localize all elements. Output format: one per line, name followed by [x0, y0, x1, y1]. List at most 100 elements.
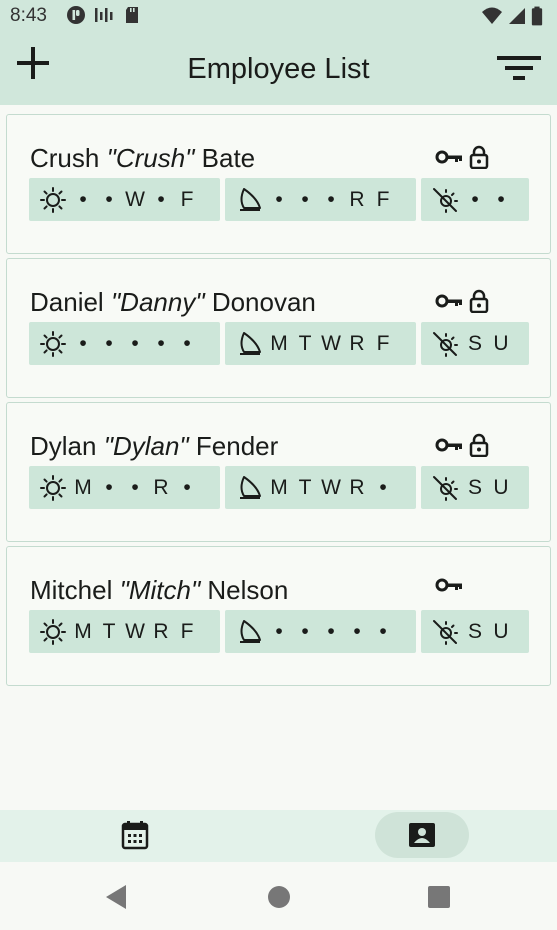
sun-icon	[40, 330, 66, 357]
night-shift-availability: M T W R •	[225, 466, 416, 509]
employee-name: Mitchel "Mitch" Nelson	[30, 575, 288, 606]
key-icon	[435, 578, 462, 592]
back-icon	[106, 885, 126, 909]
day-letter: T	[298, 331, 312, 355]
page-title: Employee List	[187, 53, 370, 85]
nickname: "Dylan"	[103, 431, 189, 461]
home-button[interactable]	[266, 884, 292, 910]
day-letter: U	[493, 331, 509, 355]
permission-icons	[435, 577, 463, 593]
day-letter: •	[105, 187, 113, 211]
day-letter: U	[493, 619, 509, 643]
weekend-sun-off-icon	[433, 619, 458, 645]
key-icon	[435, 438, 462, 452]
last-name: Bate	[201, 143, 256, 173]
nav-employees[interactable]	[375, 812, 469, 858]
weekend-availability: SU	[421, 610, 529, 653]
day-letter: •	[79, 331, 87, 355]
day-letter: F	[376, 187, 390, 211]
recents-icon	[428, 886, 450, 908]
first-name: Crush	[30, 143, 100, 173]
back-button[interactable]	[103, 884, 129, 910]
bottom-navigation	[0, 810, 557, 862]
day-letter: •	[353, 619, 361, 643]
day-letter: M	[270, 475, 288, 499]
day-letter: U	[493, 475, 509, 499]
day-letter: R	[153, 619, 169, 643]
lock-icon	[469, 145, 489, 169]
employee-name: Dylan "Dylan" Fender	[30, 431, 278, 462]
cell-signal-icon	[509, 8, 525, 24]
recents-button[interactable]	[426, 884, 452, 910]
filter-button[interactable]	[493, 44, 545, 90]
last-name: Fender	[195, 431, 279, 461]
day-shift-availability: • • • • •	[29, 322, 220, 365]
last-name: Nelson	[207, 575, 289, 605]
employee-card[interactable]: Dylan "Dylan" Fender M • • R • M T W R • SU	[6, 402, 551, 542]
day-letter: W	[125, 187, 145, 211]
day-shift-availability: M • • R •	[29, 466, 220, 509]
day-letter: F	[180, 619, 194, 643]
permission-icons	[435, 145, 489, 169]
employee-card[interactable]: Crush "Crush" Bate • • W • F • • • R F • •	[6, 114, 551, 254]
weekend-sun-off-icon	[433, 187, 458, 213]
day-letter: •	[275, 619, 283, 643]
key-icon	[435, 150, 462, 164]
day-letter: •	[131, 331, 139, 355]
day-letter: R	[349, 331, 365, 355]
employee-card[interactable]: Daniel "Danny" Donovan • • • • • MTWRF SU	[6, 258, 551, 398]
day-letter: •	[275, 187, 283, 211]
nickname: "Danny"	[110, 287, 205, 317]
first-name: Mitchel	[30, 575, 113, 605]
battery-icon	[531, 6, 543, 26]
app-bar: Employee List	[0, 32, 557, 105]
wifi-icon	[482, 7, 502, 24]
employee-card[interactable]: Mitchel "Mitch" Nelson MTWRF • • • • • SU	[6, 546, 551, 686]
day-letter: •	[327, 187, 335, 211]
day-letter: M	[270, 331, 288, 355]
day-letter: R	[153, 475, 169, 499]
permission-icons	[435, 289, 489, 313]
sd-card-icon	[126, 7, 138, 23]
sun-icon	[40, 618, 66, 645]
day-letter: W	[321, 331, 341, 355]
day-letter: •	[327, 619, 335, 643]
weekend-availability: SU	[421, 322, 529, 365]
day-letter: M	[74, 619, 92, 643]
status-time: 8:43	[10, 5, 47, 26]
top-app-area: 8:43 Employee List	[0, 0, 557, 105]
night-shift-availability: MTWRF	[225, 322, 416, 365]
filter-icon	[497, 56, 541, 80]
moon-icon	[240, 475, 261, 499]
day-letter: •	[471, 187, 479, 211]
night-shift-availability: • • • • •	[225, 610, 416, 653]
moon-icon	[240, 187, 261, 211]
day-letter: T	[102, 619, 116, 643]
status-bar: 8:43	[0, 0, 557, 32]
day-letter: •	[379, 475, 387, 499]
sun-icon	[40, 186, 66, 213]
last-name: Donovan	[211, 287, 316, 317]
day-letter: •	[157, 187, 165, 211]
employee-name: Crush "Crush" Bate	[30, 143, 255, 174]
permission-icons	[435, 433, 489, 457]
day-letter: •	[131, 475, 139, 499]
day-letter: F	[180, 187, 194, 211]
day-letter: F	[376, 331, 390, 355]
day-letter: •	[301, 619, 309, 643]
p-badge-icon	[67, 6, 85, 24]
lock-icon	[469, 433, 489, 457]
day-shift-availability: • • W • F	[29, 178, 220, 221]
day-letter: •	[301, 187, 309, 211]
system-navigation-bar	[0, 862, 557, 930]
first-name: Dylan	[30, 431, 97, 461]
day-letter: W	[321, 475, 341, 499]
nav-schedule[interactable]	[100, 812, 170, 858]
day-letter: •	[379, 619, 387, 643]
day-letter: M	[74, 475, 92, 499]
day-letter: •	[79, 187, 87, 211]
day-letter: •	[105, 475, 113, 499]
home-icon	[268, 886, 290, 908]
signal-bars-icon	[95, 8, 113, 22]
day-letter: •	[157, 331, 165, 355]
